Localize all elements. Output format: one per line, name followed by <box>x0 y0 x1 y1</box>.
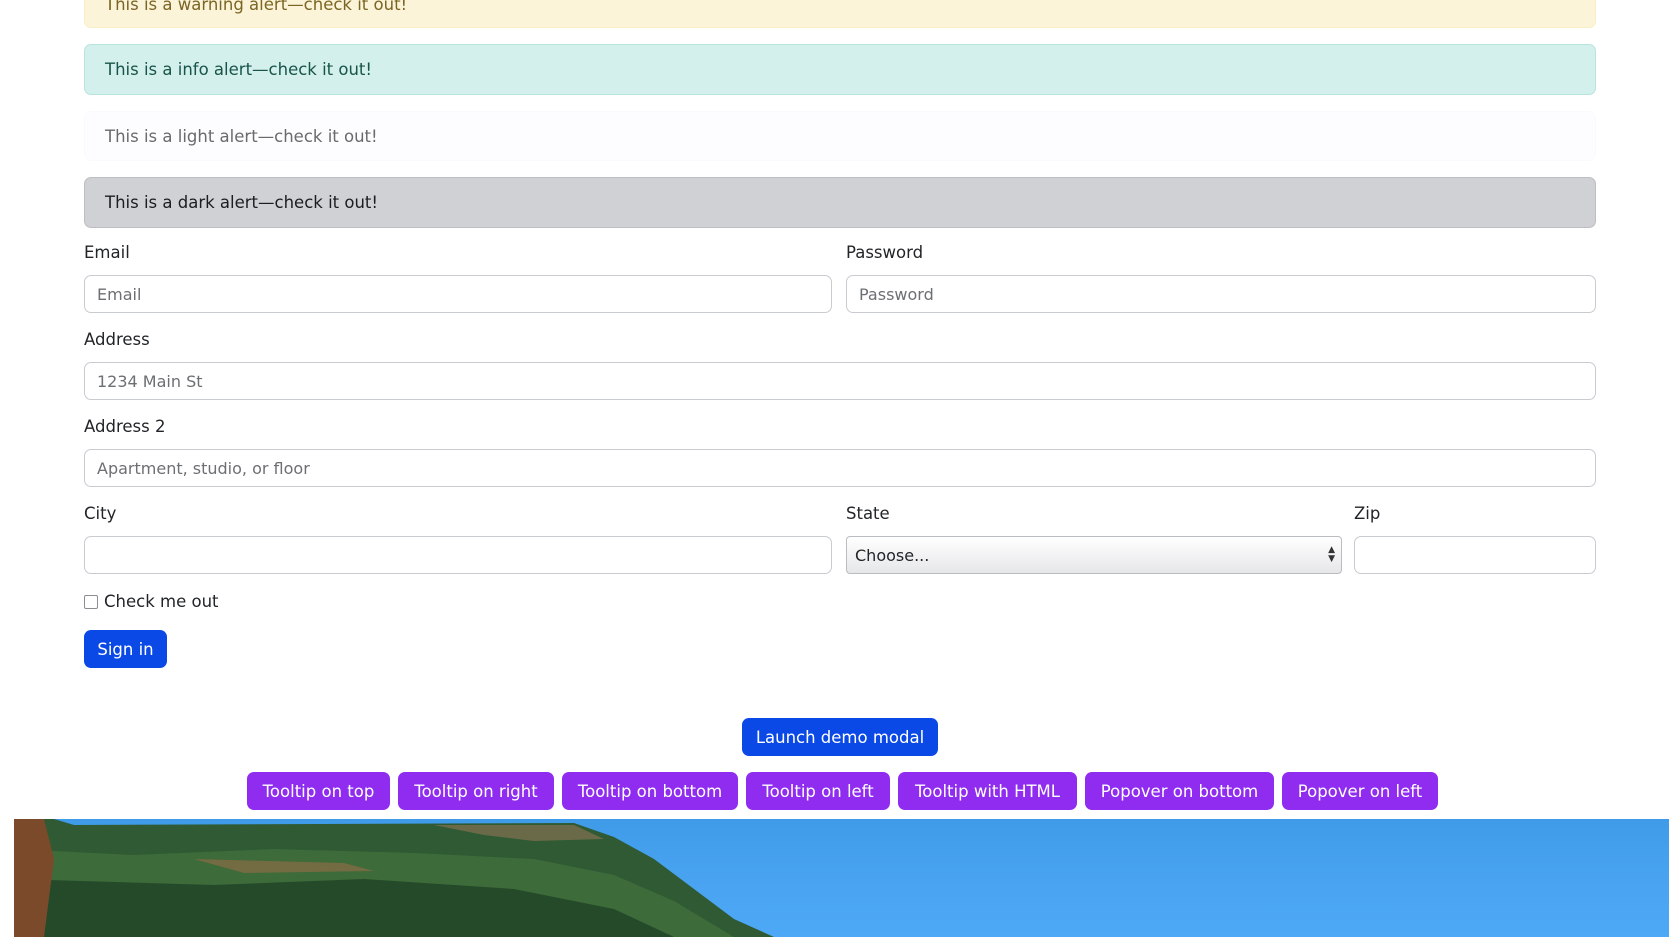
alert-info: This is a info alert—check it out! <box>84 44 1596 95</box>
launch-modal-button[interactable]: Launch demo modal <box>742 718 938 756</box>
sign-in-button[interactable]: Sign in <box>84 630 167 668</box>
tooltip-html-button[interactable]: Tooltip with HTML <box>898 772 1077 810</box>
popover-left-button[interactable]: Popover on left <box>1282 772 1438 810</box>
zip-label: Zip <box>1354 504 1381 523</box>
checkbox-label: Check me out <box>104 592 219 611</box>
address2-input[interactable] <box>84 449 1596 487</box>
email-input[interactable] <box>84 275 832 313</box>
select-arrows-icon: ▲ ▼ <box>1328 545 1335 564</box>
email-label: Email <box>84 243 130 262</box>
password-input[interactable] <box>846 275 1596 313</box>
alert-light-text: This is a light alert—check it out! <box>105 126 378 146</box>
address-input[interactable] <box>84 362 1596 400</box>
alert-info-text: This is a info alert—check it out! <box>105 60 373 79</box>
tooltip-bottom-button[interactable]: Tooltip on bottom <box>562 772 738 810</box>
check-me-out[interactable]: Check me out <box>84 592 219 611</box>
landscape-illustration <box>14 819 774 937</box>
address2-label: Address 2 <box>84 417 166 436</box>
tooltip-right-button[interactable]: Tooltip on right <box>398 772 554 810</box>
checkbox[interactable] <box>84 594 98 609</box>
alert-dark: This is a dark alert—check it out! <box>84 177 1596 228</box>
tooltip-left-button[interactable]: Tooltip on left <box>746 772 890 810</box>
tooltip-top-button[interactable]: Tooltip on top <box>247 772 390 810</box>
city-label: City <box>84 504 117 523</box>
password-label: Password <box>846 243 924 262</box>
carousel-image <box>14 819 1669 937</box>
state-label: State <box>846 504 890 523</box>
address-label: Address <box>84 330 150 349</box>
alert-warning: This is a warning alert—check it out! <box>84 0 1596 28</box>
city-input[interactable] <box>84 536 832 574</box>
alert-dark-text: This is a dark alert—check it out! <box>105 193 378 212</box>
alert-light: This is a light alert—check it out! <box>84 111 1596 161</box>
state-select[interactable]: Choose... ▲ ▼ <box>846 536 1342 574</box>
zip-input[interactable] <box>1354 536 1596 574</box>
state-selected-value: Choose... <box>855 545 930 565</box>
popover-bottom-button[interactable]: Popover on bottom <box>1085 772 1274 810</box>
alert-warning-text: This is a warning alert—check it out! <box>105 0 408 14</box>
